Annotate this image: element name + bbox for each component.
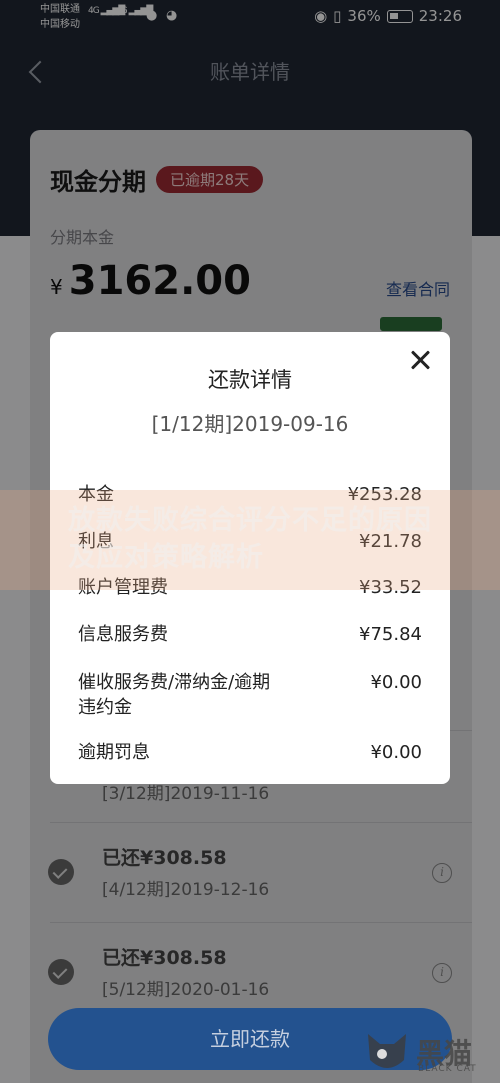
- black-cat-logo: 黑猫 BLACK CAT: [364, 1030, 494, 1080]
- detail-label: 逾期罚息: [78, 742, 150, 763]
- detail-label: 信息服务费: [78, 624, 168, 645]
- detail-value: ¥0.00: [370, 672, 422, 693]
- modal-title: 还款详情: [208, 368, 292, 392]
- close-icon[interactable]: [408, 348, 432, 372]
- logo-subtext: BLACK CAT: [418, 1064, 477, 1074]
- watermark-text: 放款失败综合评分不足的原因及应对策略解析: [68, 505, 432, 573]
- detail-label: 催收服务费/滞纳金/逾期违约金: [78, 672, 271, 718]
- detail-value: ¥0.00: [370, 742, 422, 763]
- modal-subtitle: [1/12期]2019-09-16: [151, 412, 349, 436]
- detail-value: ¥75.84: [359, 624, 422, 645]
- cat-logo-icon: [368, 1034, 406, 1068]
